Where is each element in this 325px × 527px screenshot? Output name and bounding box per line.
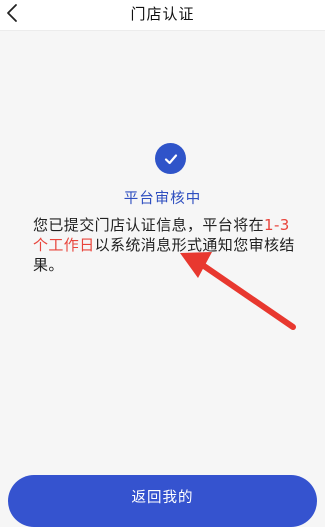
status-desc-text: 您已提交门店认证信息，平台将在 xyxy=(33,216,265,234)
arrow-shaft xyxy=(201,263,296,330)
return-to-mine-button[interactable]: 返回我的 xyxy=(8,475,317,527)
status-description: 您已提交门店认证信息，平台将在1-3个工作日以系统消息形式通知您审核结果。 xyxy=(33,215,299,275)
status-title: 平台审核中 xyxy=(123,191,202,207)
header-bar: 门店认证 xyxy=(0,0,325,31)
page-title: 门店认证 xyxy=(130,5,195,23)
check-circle-icon xyxy=(155,143,186,174)
